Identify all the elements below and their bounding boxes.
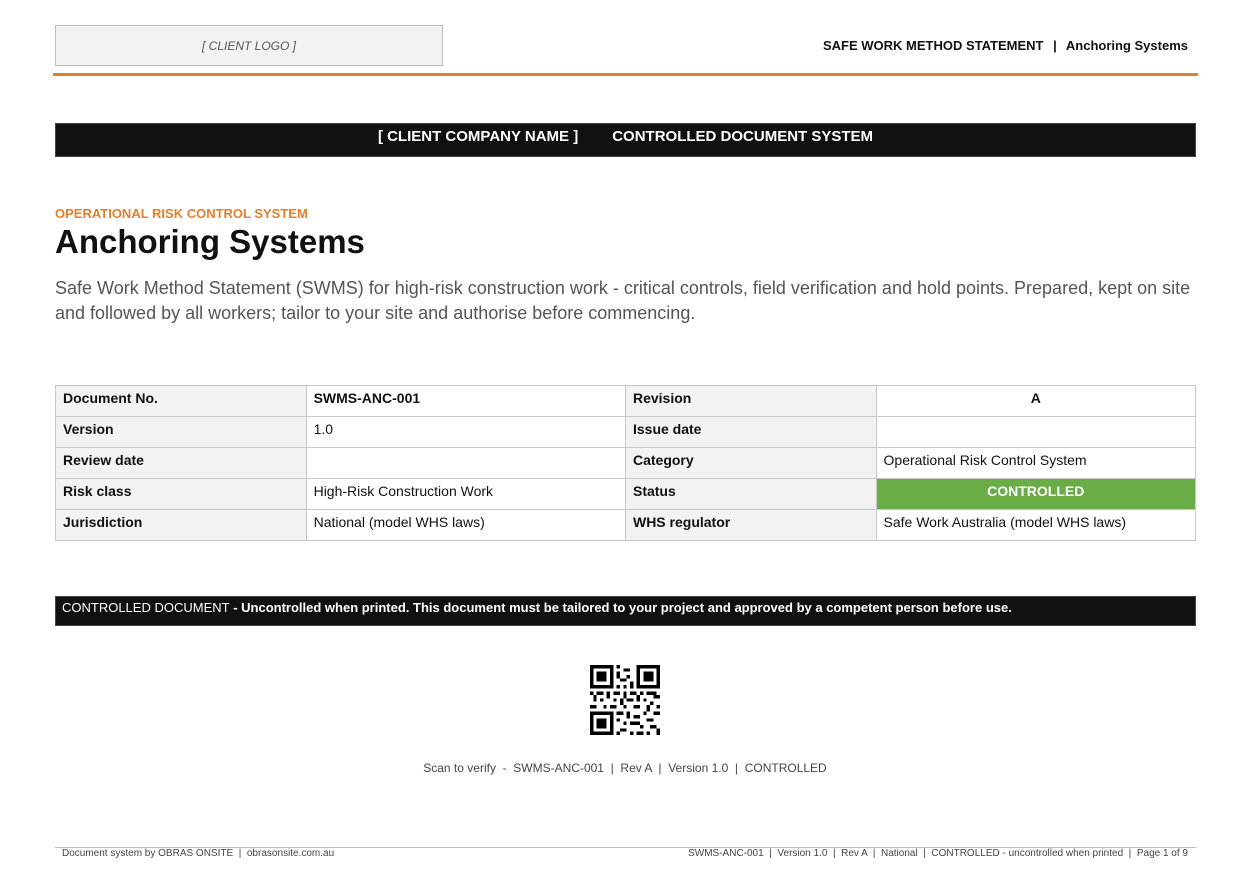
label-review-date: Review date — [55, 447, 307, 479]
value-document-no: SWMS-ANC-001 — [305, 385, 626, 417]
value-review-date — [305, 447, 626, 479]
label-category: Category — [624, 447, 877, 479]
table-row: Version 1.0 Issue date — [55, 416, 1197, 448]
status-badge: CONTROLLED — [875, 478, 1197, 510]
label-risk-class: Risk class — [55, 478, 307, 510]
doc-type-label: SAFE WORK METHOD STATEMENT — [822, 38, 1044, 53]
label-status: Status — [624, 478, 877, 510]
label-whs-regulator: WHS regulator — [624, 509, 877, 541]
value-risk-class: High-Risk Construction Work — [305, 478, 626, 510]
table-row: Jurisdiction National (model WHS laws) W… — [55, 509, 1197, 541]
header-separator: | — [1053, 38, 1057, 53]
section-eyebrow: OPERATIONAL RISK CONTROL SYSTEM — [55, 206, 308, 221]
label-version: Version — [55, 416, 307, 448]
document-header-title: SAFE WORK METHOD STATEMENT | Anchoring S… — [823, 38, 1188, 53]
label-revision: Revision — [624, 385, 877, 417]
page-title: Anchoring Systems — [55, 223, 365, 260]
notice-text: - Uncontrolled when printed. This docume… — [229, 600, 1012, 615]
label-issue-date: Issue date — [624, 416, 877, 448]
header-divider — [53, 73, 1198, 76]
qr-code-icon — [590, 665, 660, 735]
client-company-name: [ CLIENT COMPANY NAME ] — [377, 128, 579, 145]
controlled-document-notice: CONTROLLED DOCUMENT - Uncontrolled when … — [55, 596, 1196, 626]
doc-topic-label: Anchoring Systems — [1065, 38, 1188, 53]
footer-document-info: SWMS-ANC-001 | Version 1.0 | Rev A | Nat… — [688, 848, 1188, 859]
page-description: Safe Work Method Statement (SWMS) for hi… — [55, 278, 1191, 323]
value-revision: A — [875, 385, 1197, 417]
footer-credit: Document system by OBRAS ONSITE | obraso… — [62, 848, 335, 859]
notice-lead: CONTROLLED DOCUMENT — [62, 600, 230, 615]
table-row: Review date Category Operational Risk Co… — [55, 447, 1197, 479]
value-version: 1.0 — [305, 416, 626, 448]
value-whs-regulator: Safe Work Australia (model WHS laws) — [875, 509, 1197, 541]
document-metadata-table: Document No. SWMS-ANC-001 Revision A Ver… — [55, 385, 1197, 541]
table-row: Document No. SWMS-ANC-001 Revision A — [55, 385, 1197, 417]
table-row: Risk class High-Risk Construction Work S… — [55, 478, 1197, 510]
value-category: Operational Risk Control System — [875, 447, 1197, 479]
value-jurisdiction: National (model WHS laws) — [305, 509, 626, 541]
scan-to-verify-caption: Scan to verify - SWMS-ANC-001 | Rev A | … — [423, 761, 827, 775]
label-document-no: Document No. — [55, 385, 307, 417]
company-banner: [ CLIENT COMPANY NAME ] CONTROLLED DOCUM… — [55, 123, 1196, 157]
client-logo-placeholder: [ CLIENT LOGO ] — [55, 25, 443, 66]
document-system-label: CONTROLLED DOCUMENT SYSTEM — [612, 128, 874, 145]
label-jurisdiction: Jurisdiction — [55, 509, 307, 541]
value-issue-date — [875, 416, 1197, 448]
